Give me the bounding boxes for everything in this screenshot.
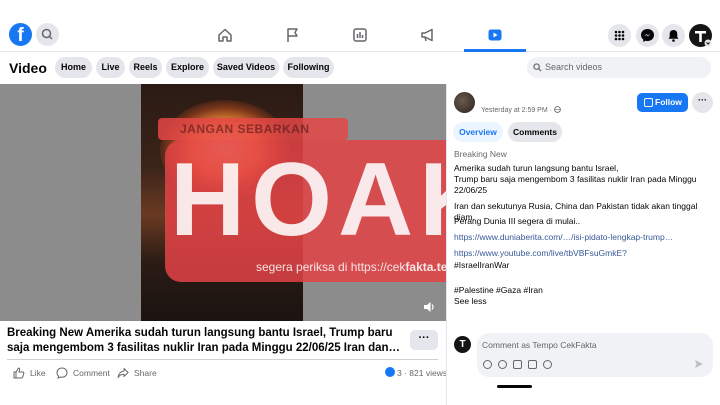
profile-icon: [695, 31, 712, 47]
like-label: Like: [30, 368, 46, 378]
flag-icon[interactable]: [285, 27, 301, 43]
search-button[interactable]: [36, 23, 59, 46]
like-reaction-icon: [385, 367, 395, 377]
pill-saved-videos[interactable]: Saved Videos: [213, 57, 279, 78]
commenter-avatar: T: [454, 336, 471, 353]
menu-button[interactable]: [608, 24, 631, 47]
bell-icon: [668, 30, 679, 42]
megaphone-icon[interactable]: [420, 27, 436, 43]
search-videos-input[interactable]: Search videos: [527, 57, 711, 78]
emoji-icon[interactable]: [498, 360, 507, 369]
panel-more-button[interactable]: ···: [692, 92, 713, 113]
search-placeholder: Search videos: [545, 62, 603, 72]
home-indicator: [497, 385, 532, 388]
description-line: Amerika sudah turun langsung bantu Israe…: [454, 163, 619, 173]
description-line: 22/06/25: [454, 185, 488, 195]
share-icon: [117, 368, 129, 378]
tab-comments[interactable]: Comments: [508, 122, 562, 142]
camera-icon[interactable]: [513, 360, 522, 369]
home-icon[interactable]: [217, 27, 233, 43]
notifications-button[interactable]: [662, 24, 685, 47]
profile-button[interactable]: [689, 24, 712, 47]
globe-icon: [554, 106, 561, 113]
sticker-icon[interactable]: [543, 360, 552, 369]
pill-explore[interactable]: Explore: [166, 57, 209, 78]
post-title[interactable]: Breaking New Amerika sudah turun langsun…: [7, 326, 407, 356]
search-icon: [533, 63, 542, 72]
volume-icon[interactable]: [422, 300, 436, 314]
comment-icon: [56, 367, 68, 379]
pill-home[interactable]: Home: [55, 57, 92, 78]
post-time[interactable]: Yesterday at 2:59 PM ·: [481, 107, 554, 114]
send-icon[interactable]: [694, 359, 704, 369]
share-label: Share: [134, 368, 157, 378]
comment-label: Comment: [73, 368, 110, 378]
see-less-link[interactable]: See less: [454, 296, 487, 307]
divider: [7, 359, 438, 360]
messenger-icon: [641, 29, 654, 42]
hashtags[interactable]: #Palestine #Gaza #Iran: [454, 285, 543, 296]
description-line: Breaking New: [454, 149, 507, 159]
comment-placeholder: Comment as Tempo CekFakta: [482, 340, 597, 350]
pill-live[interactable]: Live: [96, 57, 125, 78]
post-more-button[interactable]: ···: [410, 330, 438, 350]
page-title: Video: [9, 60, 47, 76]
video-icon[interactable]: [487, 27, 503, 43]
description-line: Trump baru saja mengembom 3 fasilitas nu…: [454, 174, 697, 184]
pill-reels[interactable]: Reels: [129, 57, 162, 78]
description-link[interactable]: https://www.duniaberita.com/…/isi-pidato…: [454, 232, 673, 243]
reaction-count[interactable]: 3: [397, 368, 402, 378]
description-line: Perang Dunia III segera di mulai..: [454, 216, 581, 226]
pill-following[interactable]: Following: [283, 57, 334, 78]
description-line[interactable]: #IsraelIranWar: [454, 260, 509, 271]
messenger-button[interactable]: [636, 24, 659, 47]
follow-page-icon: [644, 98, 653, 107]
reactions-and-views: 3 · 821 views: [385, 367, 447, 378]
watermark-top-text: JANGAN SEBARKAN: [180, 122, 310, 136]
tab-overview[interactable]: Overview: [453, 122, 503, 142]
search-icon: [41, 28, 53, 40]
description-link[interactable]: https://www.youtube.com/live/tbVBFsuGmkE…: [454, 248, 627, 259]
marketplace-icon[interactable]: [352, 27, 368, 43]
menu-grid-icon: [614, 30, 625, 41]
post-timestamp: Yesterday at 2:59 PM ·: [481, 106, 561, 114]
facebook-logo[interactable]: f: [9, 23, 32, 46]
avatar-sticker-icon[interactable]: [483, 360, 492, 369]
author-avatar[interactable]: [454, 92, 475, 113]
view-count: 821 views: [409, 368, 448, 378]
thumbs-up-icon: [13, 367, 25, 379]
gif-icon[interactable]: [528, 360, 537, 369]
watermark-bottom-prefix: segera periksa di https://cek: [256, 260, 406, 274]
